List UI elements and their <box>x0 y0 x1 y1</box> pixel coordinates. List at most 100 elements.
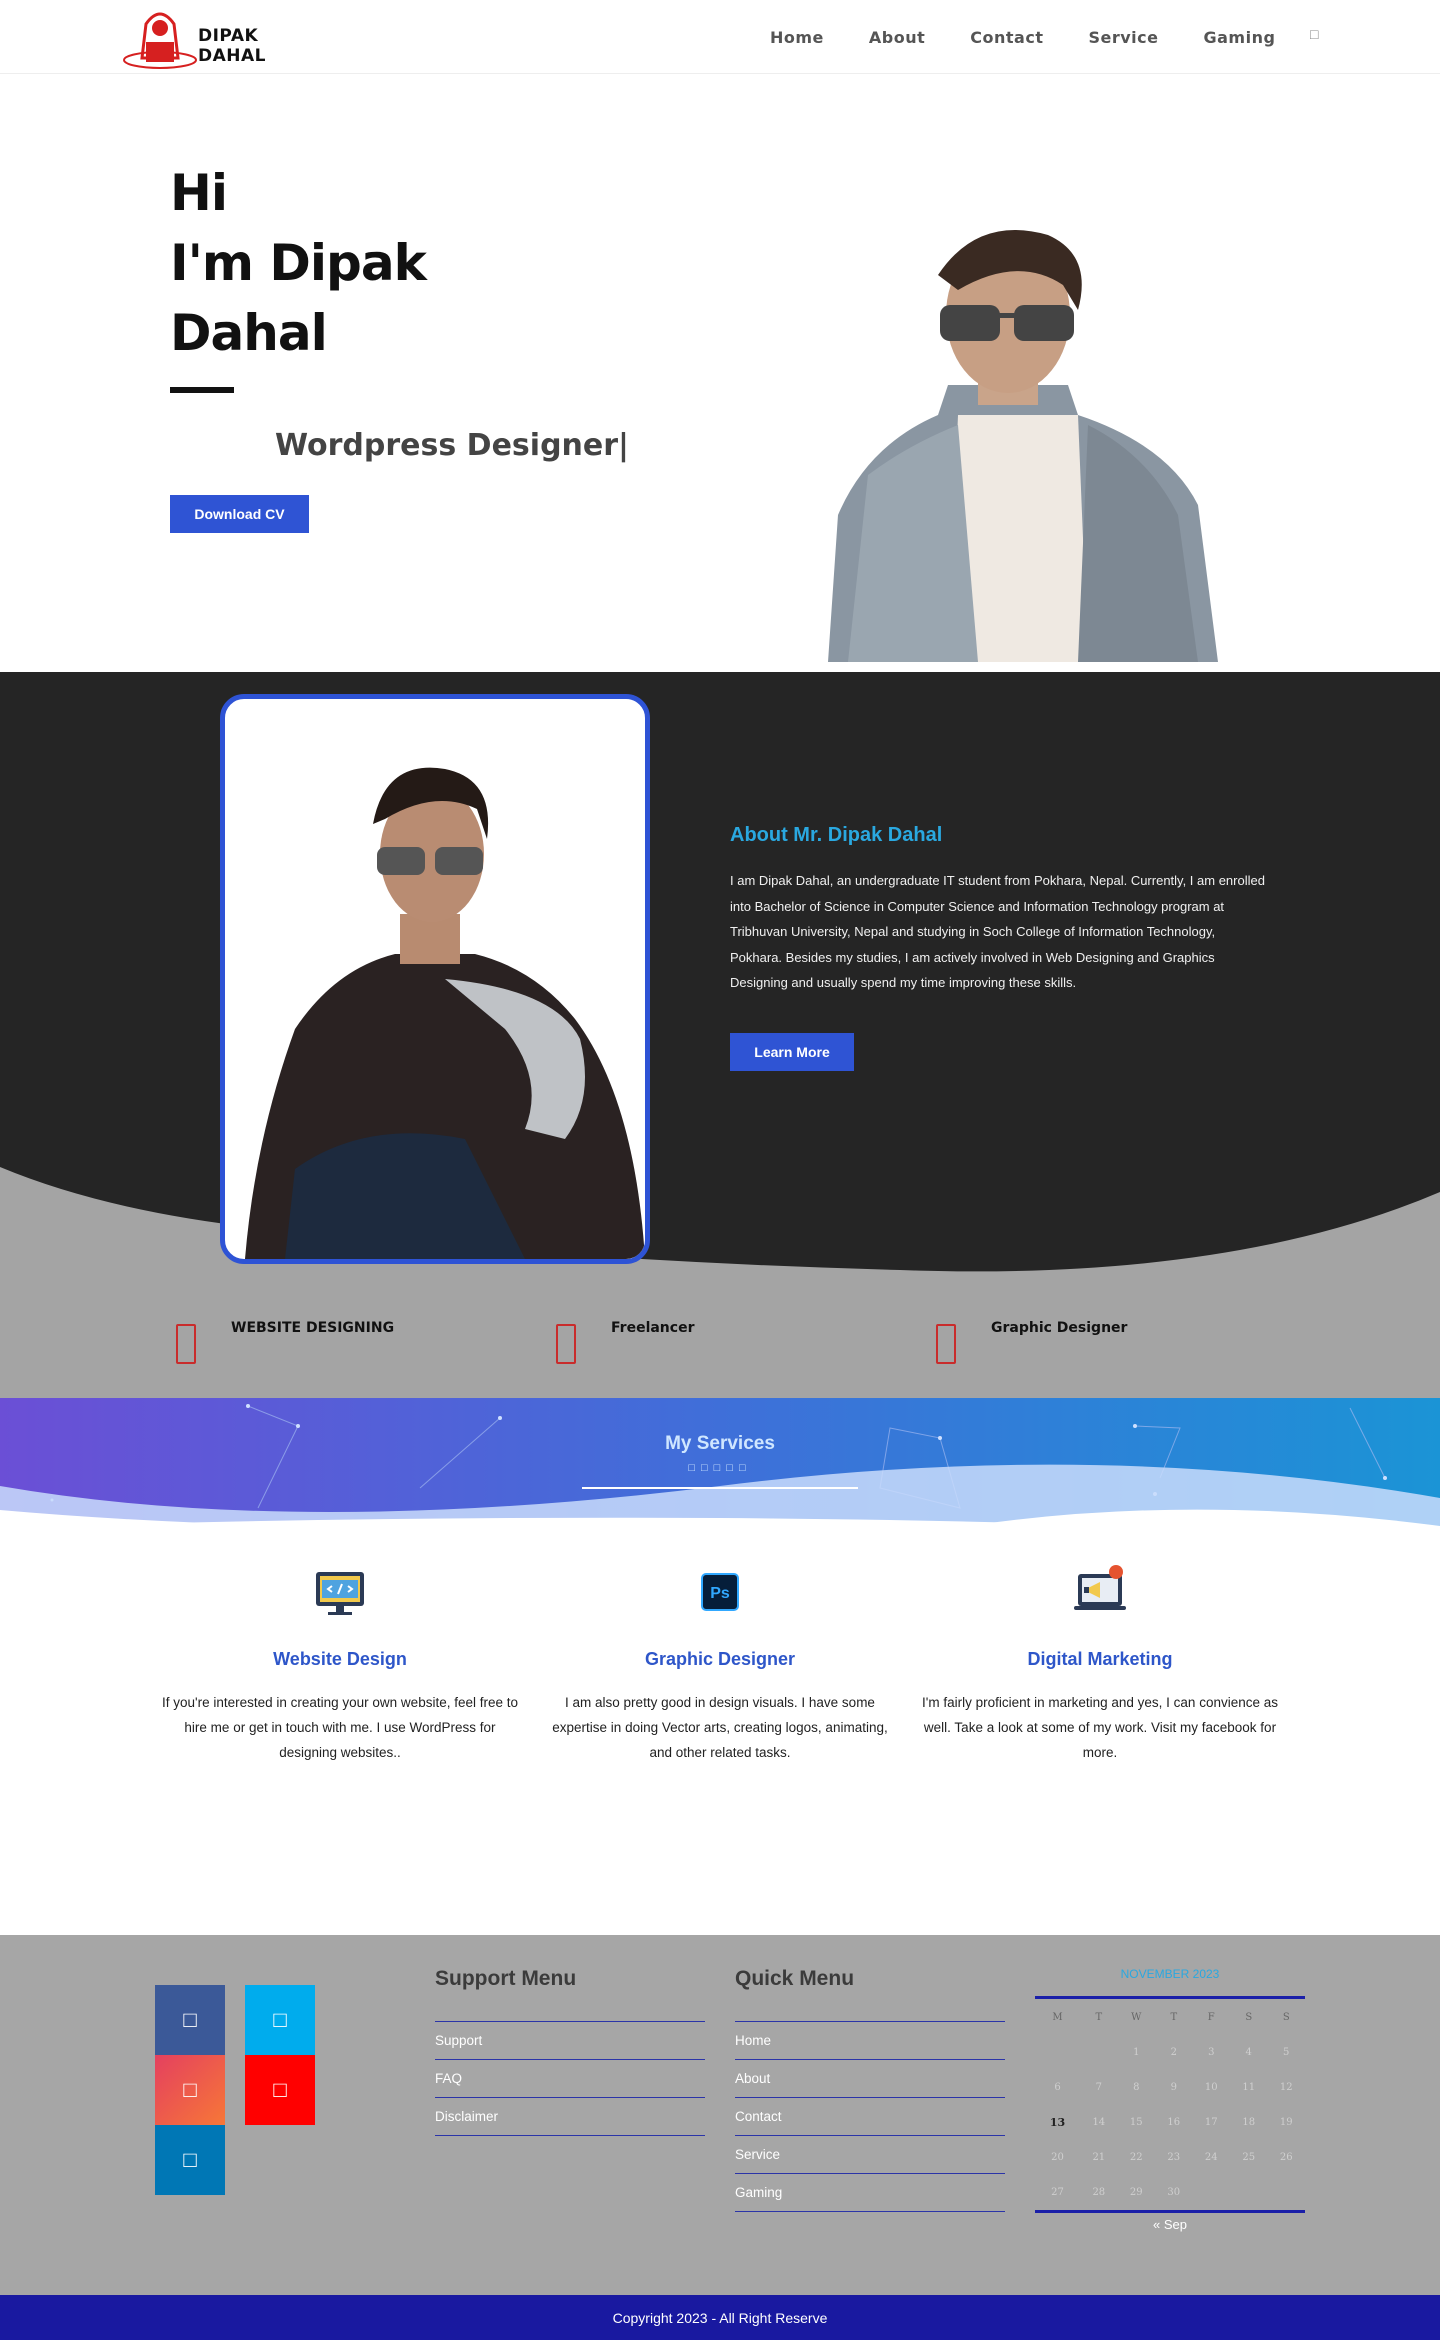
footer-contact-link[interactable]: Contact <box>735 2098 1005 2136</box>
calendar-week: 13 14 15 16 17 18 19 <box>1035 2105 1305 2140</box>
calendar-day: 21 <box>1092 2152 1106 2163</box>
calendar-day: 30 <box>1167 2187 1181 2198</box>
service-name: Website Design <box>273 1649 407 1669</box>
calendar-day: 14 <box>1092 2117 1106 2128</box>
about-photo-card <box>220 694 650 1264</box>
nav-gaming[interactable]: Gaming <box>1204 28 1276 47</box>
calendar-days: 1 2 3 4 5 6 7 8 9 10 11 12 13 14 15 16 17 18 19 20 21 22 23 24 2… <box>1035 2035 1305 2210</box>
service-name: Graphic Designer <box>644 1649 796 1669</box>
facebook-icon[interactable]: □ <box>155 1985 225 2055</box>
quick-menu: Quick Menu Home About Contact Service Ga… <box>735 1968 1005 2212</box>
disclaimer-link[interactable]: Disclaimer <box>435 2098 705 2136</box>
download-cv-button[interactable]: Download CV <box>170 495 309 533</box>
footer-home-link[interactable]: Home <box>735 2022 1005 2060</box>
weekday: M <box>1052 2011 1063 2023</box>
feature-graphic-designer: Graphic Designer <box>936 1320 1127 1370</box>
hero-portrait <box>828 230 1218 662</box>
calendar-widget: NOVEMBER 2023 M T W T F S S 1 2 3 4 5 6 7 8 9 10 1… <box>1035 1965 1305 2240</box>
digital-marketing-icon <box>1074 1565 1126 1610</box>
copyright-bar: Copyright 2023 - All Right Reserve <box>0 2295 1440 2340</box>
calendar-week: 1 2 3 4 5 <box>1035 2035 1305 2070</box>
calendar-day <box>1230 2175 1267 2210</box>
quick-menu-title: Quick Menu <box>735 1968 1005 2022</box>
nav-about[interactable]: About <box>869 28 925 47</box>
calendar-day: 16 <box>1167 2117 1181 2128</box>
calendar-day: 2 <box>1170 2047 1177 2058</box>
calendar-day: 9 <box>1170 2082 1177 2093</box>
feature-freelancer: Freelancer <box>556 1320 694 1370</box>
site-header: DIPAK DAHAL Home About Contact Service G… <box>0 0 1440 74</box>
calendar-day: 26 <box>1279 2152 1293 2163</box>
youtube-icon[interactable]: □ <box>245 2055 315 2125</box>
brand-name: DIPAK DAHAL <box>198 26 266 66</box>
website-design-icon <box>316 1572 364 1615</box>
calendar-caption: NOVEMBER 2023 <box>1035 1965 1305 1999</box>
svg-text:Ps: Ps <box>710 1585 730 1602</box>
feature-label: WEBSITE DESIGNING <box>231 1320 395 1336</box>
feature-icon <box>176 1324 196 1364</box>
about-text: I am Dipak Dahal, an undergraduate IT st… <box>730 873 1265 990</box>
calendar-day: 12 <box>1279 2082 1293 2093</box>
support-menu: Support Menu Support FAQ Disclaimer <box>435 1968 705 2136</box>
calendar-day: 23 <box>1167 2152 1181 2163</box>
hero-line-2: I'm Dipak <box>170 234 427 292</box>
calendar-day: 25 <box>1242 2152 1256 2163</box>
service-desc: I am also pretty good in design visuals.… <box>552 1695 888 1760</box>
feature-icon <box>556 1324 576 1364</box>
calendar-day: 24 <box>1204 2152 1218 2163</box>
calendar-day: 4 <box>1245 2047 1252 2058</box>
footer-about-link[interactable]: About <box>735 2060 1005 2098</box>
calendar-day: 3 <box>1208 2047 1215 2058</box>
service-digital-marketing: Digital Marketing I'm fairly proficient … <box>920 1560 1280 1765</box>
learn-more-button[interactable]: Learn More <box>730 1033 854 1071</box>
faq-link[interactable]: FAQ <box>435 2060 705 2098</box>
weekday: W <box>1131 2011 1142 2023</box>
main-nav: Home About Contact Service Gaming <box>770 0 1320 74</box>
calendar-week: 27 28 29 30 <box>1035 2175 1305 2210</box>
calendar-day: 1 <box>1133 2047 1140 2058</box>
nav-service[interactable]: Service <box>1088 28 1158 47</box>
services-stars: □□□□□ <box>688 1462 752 1474</box>
calendar-day: 7 <box>1095 2082 1102 2093</box>
calendar-day: 6 <box>1054 2082 1061 2093</box>
nav-contact[interactable]: Contact <box>970 28 1043 47</box>
calendar-week: 6 7 8 9 10 11 12 <box>1035 2070 1305 2105</box>
site-logo[interactable]: DIPAK DAHAL <box>120 4 330 70</box>
calendar-prev-link[interactable]: « Sep <box>1035 2210 1305 2240</box>
weekday: S <box>1245 2011 1253 2023</box>
footer-gaming-link[interactable]: Gaming <box>735 2174 1005 2212</box>
hero-subtitle: Wordpress Designer| <box>275 428 629 463</box>
about-heading: About Mr. Dipak Dahal <box>730 824 943 846</box>
feature-label: Graphic Designer <box>991 1320 1128 1336</box>
hero-title: Hi I'm Dipak Dahal <box>170 158 427 368</box>
calendar-day: 5 <box>1283 2047 1290 2058</box>
linkedin-icon[interactable]: □ <box>155 2125 225 2195</box>
service-name: Digital Marketing <box>1027 1649 1173 1669</box>
feature-label: Freelancer <box>611 1320 695 1336</box>
calendar-week: 20 21 22 23 24 25 26 <box>1035 2140 1305 2175</box>
weekday: F <box>1207 2011 1215 2023</box>
service-graphic-designer: Ps Graphic Designer I am also pretty goo… <box>540 1560 900 1765</box>
hero-divider <box>170 387 234 393</box>
support-menu-title: Support Menu <box>435 1968 705 2022</box>
calendar-day <box>1193 2175 1230 2210</box>
calendar-day: 27 <box>1051 2187 1064 2198</box>
feature-icon <box>936 1324 956 1364</box>
search-icon[interactable]: □ <box>1310 26 1324 44</box>
footer-service-link[interactable]: Service <box>735 2136 1005 2174</box>
services-title: My Services <box>665 1433 775 1454</box>
weekday: T <box>1170 2011 1178 2023</box>
about-dark-wave <box>0 672 1440 1272</box>
service-desc: I'm fairly proficient in marketing and y… <box>922 1695 1278 1760</box>
calendar-day: 20 <box>1051 2152 1064 2163</box>
hacker-logo-icon <box>123 12 197 69</box>
nav-home[interactable]: Home <box>770 28 824 47</box>
support-link[interactable]: Support <box>435 2022 705 2060</box>
service-desc: If you're interested in creating your ow… <box>161 1695 519 1760</box>
calendar-day: 18 <box>1242 2117 1256 2128</box>
service-website-design: Website Design If you're interested in c… <box>160 1560 520 1765</box>
calendar-day: 22 <box>1129 2152 1143 2163</box>
calendar-table: M T W T F S S 1 2 3 4 5 6 7 8 9 10 11 12 13 14 15 16 17 1… <box>1035 1999 1305 2210</box>
instagram-icon[interactable]: □ <box>155 2055 225 2125</box>
twitter-icon[interactable]: □ <box>245 1985 315 2055</box>
